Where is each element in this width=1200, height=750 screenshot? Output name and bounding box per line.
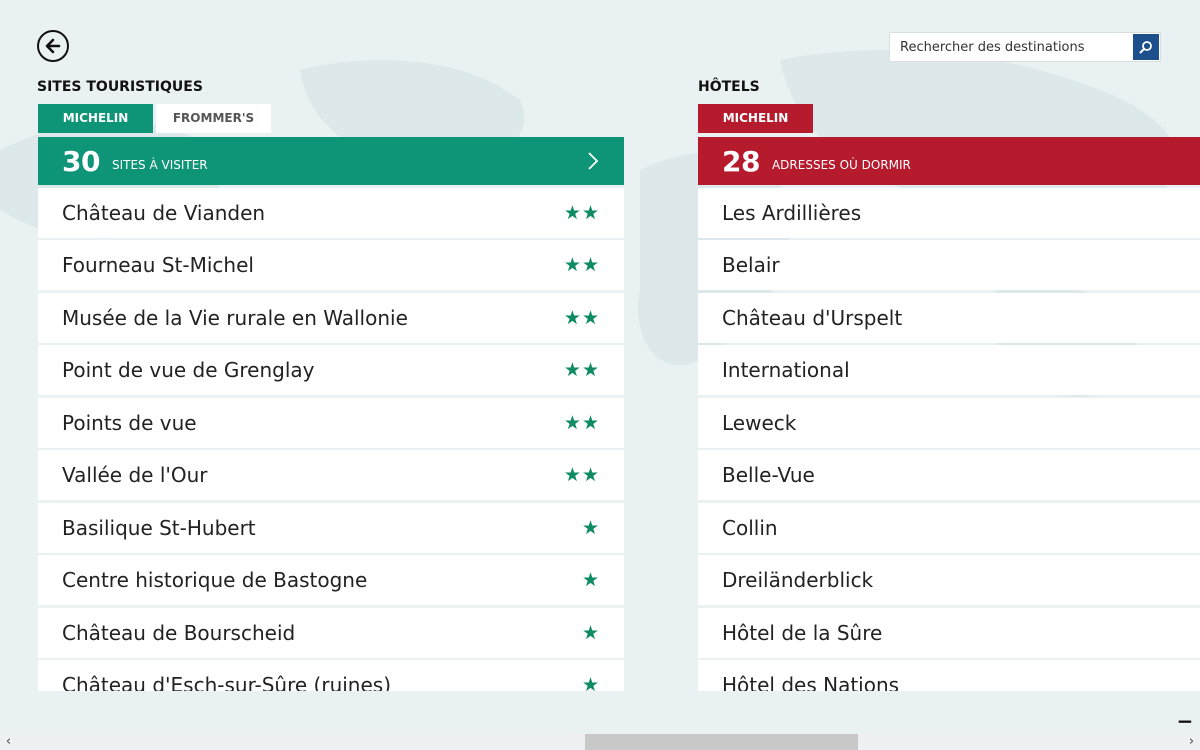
sights-list-panel: 30 SITES À VISITER Château de Vianden ★★ … — [38, 137, 624, 691]
sight-name: Basilique St-Hubert — [62, 515, 256, 540]
scroll-left-icon[interactable]: ‹ — [0, 733, 17, 750]
sight-item[interactable]: Point de vue de Grenglay ★★ — [38, 345, 624, 395]
sights-section-title: SITES TOURISTIQUES — [37, 79, 203, 95]
hotel-item[interactable]: Belle-Vue — [698, 450, 1200, 500]
sight-item[interactable]: Château de Vianden ★★ — [38, 187, 624, 238]
hotel-name: Belle-Vue — [722, 463, 815, 487]
hotel-name: Collin — [722, 515, 778, 540]
search-button[interactable] — [1133, 34, 1159, 60]
sight-name: Fourneau St-Michel — [62, 253, 254, 277]
sight-name: Château de Bourscheid — [62, 620, 296, 645]
hotel-item[interactable]: Leweck — [698, 397, 1200, 448]
hotel-name: International — [722, 358, 850, 382]
star-rating: ★★ — [563, 464, 600, 486]
hotel-name: Hôtel de la Sûre — [722, 620, 883, 645]
scroll-right-icon[interactable]: › — [1183, 733, 1200, 750]
hotel-name: Dreiländerblick — [722, 568, 874, 592]
sight-item[interactable]: Fourneau St-Michel ★★ — [38, 240, 624, 290]
hotel-item[interactable]: Belair — [698, 240, 1200, 290]
star-rating: ★★ — [563, 359, 600, 381]
sight-item[interactable]: Basilique St-Hubert ★ — [38, 502, 624, 553]
star-rating: ★★ — [563, 411, 600, 434]
sight-name: Vallée de l'Our — [62, 463, 208, 487]
tab-frommers[interactable]: FROMMER'S — [156, 104, 271, 133]
star-rating: ★★ — [563, 254, 600, 276]
hotel-item[interactable]: International — [698, 345, 1200, 395]
search-icon — [1139, 41, 1152, 54]
hotel-item[interactable]: Château d'Urspelt — [698, 292, 1200, 343]
hotel-item[interactable]: Collin — [698, 502, 1200, 553]
hotel-item[interactable]: Les Ardillières — [698, 187, 1200, 238]
tab-michelin[interactable]: MICHELIN — [38, 104, 153, 133]
hotels-count: 28 — [722, 144, 760, 178]
hotel-name: Leweck — [722, 410, 797, 435]
star-rating: ★ — [581, 674, 600, 691]
hotels-count-label: ADRESSES OÙ DORMIR — [771, 158, 911, 172]
hotels-header[interactable]: 28 ADRESSES OÙ DORMIR — [698, 137, 1200, 185]
sight-item[interactable]: Musée de la Vie rurale en Wallonie ★★ — [38, 292, 624, 343]
sight-item[interactable]: Château de Bourscheid ★ — [38, 607, 624, 658]
sight-name: Musée de la Vie rurale en Wallonie — [62, 305, 408, 330]
sight-name: Points de vue — [62, 410, 197, 435]
sight-name: Château d'Esch-sur-Sûre (ruines) — [62, 673, 392, 691]
sights-tabs: MICHELIN FROMMER'S — [38, 104, 271, 133]
sights-count-label: SITES À VISITER — [111, 158, 208, 172]
hotel-name: Château d'Urspelt — [722, 305, 903, 330]
sight-name: Centre historique de Bastogne — [62, 568, 368, 592]
star-rating: ★ — [581, 569, 600, 591]
sight-item[interactable]: Points de vue ★★ — [38, 397, 624, 448]
hotel-item[interactable]: Dreiländerblick — [698, 555, 1200, 605]
hotel-name: Belair — [722, 253, 780, 277]
sight-name: Point de vue de Grenglay — [62, 358, 315, 382]
star-rating: ★ — [581, 516, 600, 539]
sights-count: 30 — [62, 144, 100, 178]
sight-item[interactable]: Centre historique de Bastogne ★ — [38, 555, 624, 605]
horizontal-scrollbar[interactable]: ‹ › — [0, 733, 1200, 750]
star-rating: ★★ — [563, 306, 600, 329]
search-box — [889, 32, 1161, 62]
back-button[interactable] — [37, 30, 69, 62]
tab-michelin-hotels[interactable]: MICHELIN — [698, 104, 813, 133]
back-arrow-icon — [45, 38, 61, 54]
sight-item[interactable]: Château d'Esch-sur-Sûre (ruines) ★ — [38, 660, 624, 691]
hotels-tabs: MICHELIN — [698, 104, 813, 133]
semantic-zoom-minus-icon[interactable]: − — [1175, 711, 1195, 732]
sights-header[interactable]: 30 SITES À VISITER — [38, 137, 624, 185]
hotel-item[interactable]: Hôtel de la Sûre — [698, 607, 1200, 658]
star-rating: ★★ — [563, 201, 600, 224]
hotels-section-title: HÔTELS — [698, 79, 760, 95]
hotel-name: Hôtel des Nations — [722, 673, 900, 691]
sight-name: Château de Vianden — [62, 200, 266, 225]
hotel-item[interactable]: Hôtel des Nations — [698, 660, 1200, 691]
star-rating: ★ — [581, 621, 600, 644]
scrollbar-thumb[interactable] — [585, 734, 858, 750]
chevron-right-icon — [588, 152, 599, 170]
sight-item[interactable]: Vallée de l'Our ★★ — [38, 450, 624, 500]
search-input[interactable] — [890, 33, 1136, 61]
hotels-list-panel: 28 ADRESSES OÙ DORMIR Les Ardillières Be… — [698, 137, 1200, 691]
hotel-name: Les Ardillières — [722, 200, 862, 225]
